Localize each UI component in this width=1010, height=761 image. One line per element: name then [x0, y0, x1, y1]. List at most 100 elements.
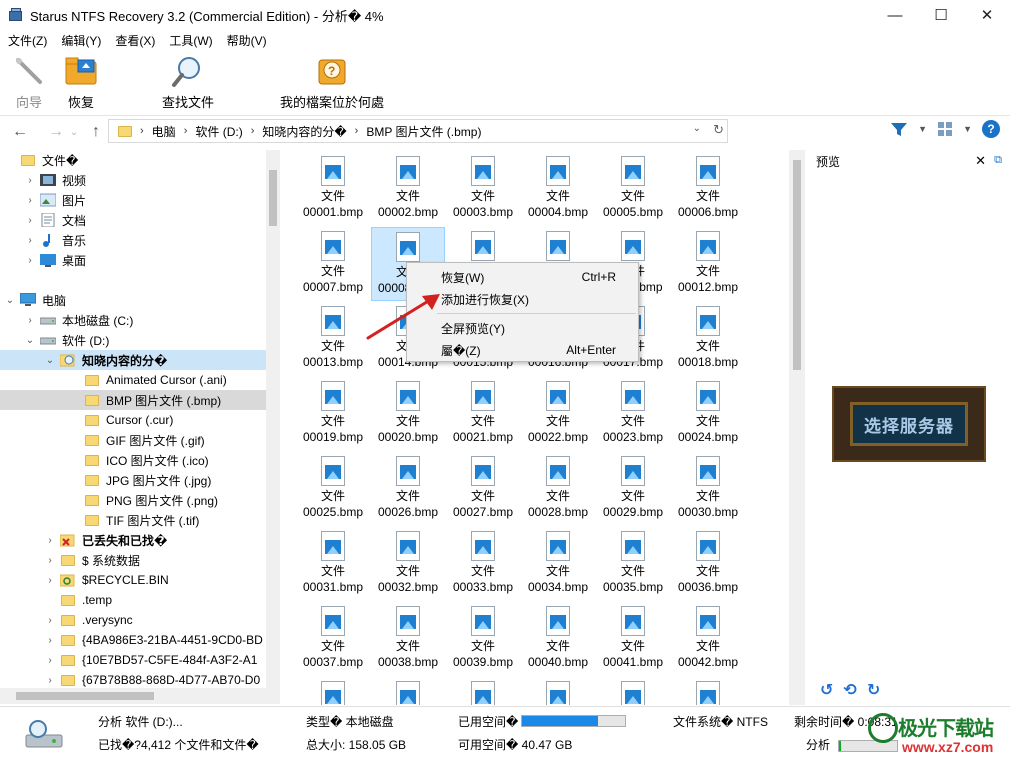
- chevron-right-icon[interactable]: ›: [44, 675, 56, 686]
- tree-item[interactable]: .temp: [0, 590, 266, 610]
- rotate-left-icon[interactable]: ↺: [820, 680, 833, 700]
- chevron-down-icon[interactable]: ⌄: [24, 335, 36, 346]
- chevron-right-icon[interactable]: ›: [24, 195, 36, 206]
- find-files-button[interactable]: 查找文件: [162, 54, 214, 111]
- chevron-right-icon[interactable]: ›: [44, 555, 56, 566]
- file-item[interactable]: [671, 677, 745, 705]
- tree-item[interactable]: ⌄ 软件 (D:): [0, 330, 266, 350]
- flip-icon[interactable]: ⟲: [843, 680, 856, 700]
- tree-item[interactable]: › 文档: [0, 210, 266, 230]
- tree-item[interactable]: ⌄ 知晓内容的分�: [0, 350, 266, 370]
- tree-item[interactable]: PNG 图片文件 (.png): [0, 490, 266, 510]
- file-item[interactable]: [371, 677, 445, 705]
- help-icon[interactable]: ?: [982, 120, 1000, 138]
- tree-item[interactable]: › {67B78B88-868D-4D77-AB70-D0: [0, 670, 266, 690]
- close-button[interactable]: ✕: [964, 0, 1010, 30]
- chevron-right-icon[interactable]: ›: [44, 655, 56, 666]
- file-item[interactable]: [596, 677, 670, 705]
- chevron-down-icon[interactable]: ⌄: [44, 355, 56, 366]
- file-item[interactable]: 文件 00029.bmp: [596, 452, 670, 526]
- chevron-right-icon[interactable]: ›: [44, 635, 56, 646]
- address-dropdown-icon[interactable]: ⌄: [693, 123, 701, 134]
- recover-button[interactable]: 恢复: [64, 54, 98, 111]
- ctx-recover[interactable]: 恢复(W) Ctrl+R: [407, 266, 638, 288]
- menu-help[interactable]: 帮助(V): [223, 32, 271, 49]
- float-window-icon[interactable]: ⧉: [994, 154, 1002, 167]
- file-item[interactable]: 文件 00031.bmp: [296, 527, 370, 601]
- up-icon[interactable]: ↑: [84, 120, 108, 144]
- breadcrumb-known[interactable]: 知晓内容的分�: [262, 123, 346, 140]
- file-item[interactable]: 文件 00036.bmp: [671, 527, 745, 601]
- chevron-right-icon[interactable]: ›: [24, 235, 36, 246]
- tree-item[interactable]: › .verysync: [0, 610, 266, 630]
- file-item[interactable]: 文件 00012.bmp: [671, 227, 745, 301]
- breadcrumb-drive[interactable]: 软件 (D:): [195, 123, 242, 140]
- file-item[interactable]: 文件 00026.bmp: [371, 452, 445, 526]
- minimize-button[interactable]: —: [872, 0, 918, 30]
- menu-file[interactable]: 文件(Z): [4, 32, 51, 49]
- tree-item[interactable]: › 已丢失和已找�: [0, 530, 266, 550]
- filter-dropdown-icon[interactable]: ▼: [918, 124, 927, 134]
- file-item[interactable]: 文件 00001.bmp: [296, 152, 370, 226]
- chevron-right-icon[interactable]: ›: [44, 535, 56, 546]
- tree-item[interactable]: › {10E7BD57-C5FE-484f-A3F2-A1: [0, 650, 266, 670]
- chevron-right-icon[interactable]: ›: [44, 615, 56, 626]
- file-item[interactable]: 文件 00028.bmp: [521, 452, 595, 526]
- file-item[interactable]: 文件 00007.bmp: [296, 227, 370, 301]
- file-item[interactable]: 文件 00041.bmp: [596, 602, 670, 676]
- tree-item[interactable]: › 视频: [0, 170, 266, 190]
- file-item[interactable]: 文件 00003.bmp: [446, 152, 520, 226]
- file-item[interactable]: 文件 00035.bmp: [596, 527, 670, 601]
- tree-item[interactable]: › 音乐: [0, 230, 266, 250]
- wizard-button[interactable]: 向导: [12, 54, 46, 111]
- file-item[interactable]: [446, 677, 520, 705]
- chevron-down-icon[interactable]: ⌄: [4, 295, 16, 306]
- chevron-right-icon[interactable]: ›: [44, 575, 56, 586]
- tree-item[interactable]: › 桌面: [0, 250, 266, 270]
- chevron-right-icon[interactable]: ›: [24, 215, 36, 226]
- where-files-button[interactable]: ? 我的檔案位於何處: [280, 54, 384, 111]
- file-item[interactable]: 文件 00013.bmp: [296, 302, 370, 376]
- file-item[interactable]: [521, 677, 595, 705]
- tree-item[interactable]: TIF 图片文件 (.tif): [0, 510, 266, 530]
- tree-item[interactable]: › 本地磁盘 (C:): [0, 310, 266, 330]
- chevron-right-icon[interactable]: ›: [24, 175, 36, 186]
- file-item[interactable]: 文件 00034.bmp: [521, 527, 595, 601]
- file-item[interactable]: 文件 00023.bmp: [596, 377, 670, 451]
- file-item[interactable]: 文件 00024.bmp: [671, 377, 745, 451]
- menu-edit[interactable]: 编辑(Y): [57, 32, 105, 49]
- file-item[interactable]: 文件 00027.bmp: [446, 452, 520, 526]
- address-bar[interactable]: › 电脑 › 软件 (D:) › 知晓内容的分� › BMP 图片文件 (.bm…: [108, 119, 728, 143]
- tree-item[interactable]: › $ 系统数据: [0, 550, 266, 570]
- file-item[interactable]: 文件 00002.bmp: [371, 152, 445, 226]
- file-item[interactable]: 文件 00037.bmp: [296, 602, 370, 676]
- tree-item[interactable]: › $RECYCLE.BIN: [0, 570, 266, 590]
- rotate-right-icon[interactable]: ↻: [867, 680, 880, 700]
- file-item[interactable]: 文件 00032.bmp: [371, 527, 445, 601]
- tree-item[interactable]: ICO 图片文件 (.ico): [0, 450, 266, 470]
- tree-vertical-scrollbar[interactable]: [266, 150, 280, 688]
- grid-vertical-scrollbar[interactable]: [789, 150, 805, 705]
- menu-tools[interactable]: 工具(W): [165, 32, 216, 49]
- file-item[interactable]: 文件 00020.bmp: [371, 377, 445, 451]
- file-item[interactable]: [296, 677, 370, 705]
- tree-item[interactable]: › {4BA986E3-21BA-4451-9CD0-BD: [0, 630, 266, 650]
- tree-item[interactable]: › 图片: [0, 190, 266, 210]
- file-item[interactable]: 文件 00005.bmp: [596, 152, 670, 226]
- file-item[interactable]: 文件 00030.bmp: [671, 452, 745, 526]
- file-item[interactable]: 文件 00033.bmp: [446, 527, 520, 601]
- file-item[interactable]: 文件 00022.bmp: [521, 377, 595, 451]
- chevron-right-icon[interactable]: ›: [24, 315, 36, 326]
- refresh-icon[interactable]: ↻: [713, 122, 724, 138]
- forward-icon[interactable]: →: [44, 120, 68, 144]
- file-item[interactable]: 文件 00040.bmp: [521, 602, 595, 676]
- tree-item[interactable]: 文件�: [0, 150, 266, 170]
- filter-icon[interactable]: [890, 121, 908, 137]
- file-item[interactable]: 文件 00018.bmp: [671, 302, 745, 376]
- maximize-button[interactable]: ☐: [918, 0, 964, 30]
- file-item[interactable]: 文件 00021.bmp: [446, 377, 520, 451]
- file-item[interactable]: 文件 00019.bmp: [296, 377, 370, 451]
- file-item[interactable]: 文件 00038.bmp: [371, 602, 445, 676]
- tree-item[interactable]: GIF 图片文件 (.gif): [0, 430, 266, 450]
- file-item[interactable]: 文件 00004.bmp: [521, 152, 595, 226]
